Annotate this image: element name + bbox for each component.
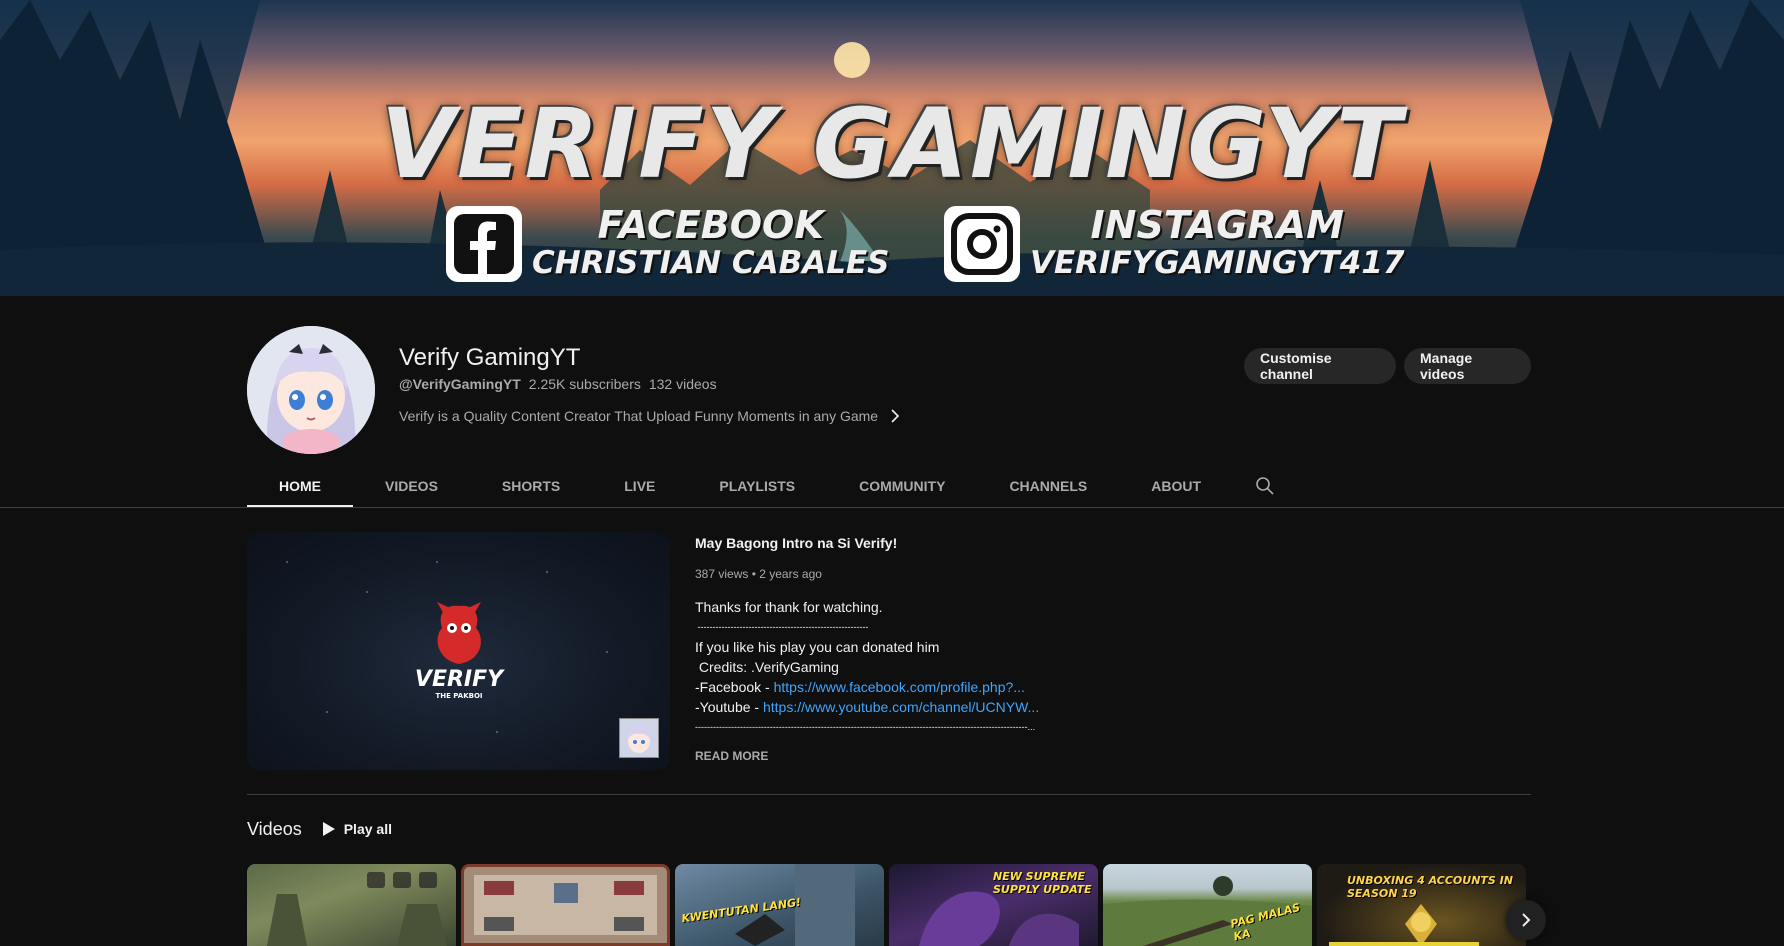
videos-shelf-header: Videos Play all [247, 816, 392, 842]
desc-youtube-line: -Youtube - https://www.youtube.com/chann… [695, 697, 1115, 717]
videos-shelf-title[interactable]: Videos [247, 819, 302, 840]
channel-description[interactable]: Verify is a Quality Content Creator That… [399, 408, 900, 424]
banner-instagram: INSTAGRAM VERIFYGAMINGYT417 [944, 204, 1404, 284]
instagram-handle: VERIFYGAMINGYT417 [1030, 245, 1405, 281]
desc-line: Credits: .VerifyGaming [695, 659, 839, 675]
desc-facebook-line: -Facebook - https://www.facebook.com/pro… [695, 677, 1115, 697]
chevron-right-icon [1522, 913, 1531, 927]
facebook-link[interactable]: https://www.facebook.com/profile.php?... [774, 679, 1025, 695]
featured-video-title[interactable]: May Bagong Intro na Si Verify! [695, 533, 1115, 553]
channel-description-text: Verify is a Quality Content Creator That… [399, 408, 879, 424]
featured-thumbnail-logo: VERIFY [415, 667, 505, 692]
customise-channel-button[interactable]: Customise channel [1244, 348, 1396, 384]
desc-youtube-prefix: -Youtube - [695, 699, 763, 715]
read-more-button[interactable]: READ MORE [695, 749, 1115, 763]
featured-video-thumbnail[interactable]: VERIFY THE PAKBOI [247, 532, 670, 770]
facebook-name: CHRISTIAN CABALES [532, 245, 890, 281]
featured-thumbnail-logo-sub: THE PAKBOI [435, 692, 482, 700]
tab-community[interactable]: COMMUNITY [827, 464, 977, 508]
video-thumbnail-caption: NEW SUPREME SUPPLY UPDATE [993, 870, 1092, 896]
tabs-divider [0, 507, 1784, 508]
channel-header: Verify GamingYT @VerifyGamingYT 2.25K su… [247, 326, 1531, 454]
facebook-label: FACEBOOK [597, 203, 824, 247]
tab-home[interactable]: HOME [247, 464, 353, 508]
featured-video-stats: 387 views • 2 years ago [695, 567, 822, 581]
video-thumbnail[interactable] [461, 864, 670, 946]
video-thumbnail[interactable]: PAG MALAS KA [1103, 864, 1312, 946]
section-divider [247, 794, 1531, 795]
featured-video-info: May Bagong Intro na Si Verify! 387 views… [695, 532, 1115, 763]
facebook-icon [446, 206, 522, 282]
play-icon [322, 822, 335, 836]
chevron-right-icon [891, 409, 900, 423]
featured-video-description: Thanks for thank for watching. ---------… [695, 597, 1115, 737]
subscriber-count: 2.25K subscribers [528, 376, 641, 392]
featured-thumbnail-avatar [619, 718, 659, 758]
tab-channels[interactable]: CHANNELS [977, 464, 1119, 508]
instagram-icon [944, 206, 1020, 282]
channel-tabs: HOME VIDEOS SHORTS LIVE PLAYLISTS COMMUN… [247, 464, 1297, 508]
play-all-label: Play all [343, 821, 392, 837]
video-thumbnail[interactable] [247, 864, 456, 946]
channel-meta: @VerifyGamingYT 2.25K subscribers 132 vi… [399, 376, 717, 392]
video-thumbnail[interactable]: UNBOXING 4 ACCOUNTS IN SEASON 19 [1317, 864, 1526, 946]
desc-rule: ----------------------------------------… [695, 722, 1036, 732]
manage-videos-button[interactable]: Manage videos [1404, 348, 1531, 384]
video-count: 132 videos [648, 376, 717, 392]
desc-facebook-prefix: -Facebook - [695, 679, 774, 695]
channel-banner: VERIFY GAMINGYT FACEBOOK CHRISTIAN CABAL… [0, 0, 1784, 296]
channel-name: Verify GamingYT [399, 344, 581, 371]
channel-handle: @VerifyGamingYT [399, 376, 521, 392]
tab-videos[interactable]: VIDEOS [353, 464, 470, 508]
play-all-button[interactable]: Play all [322, 821, 392, 837]
featured-video-views: 387 views [695, 567, 749, 581]
banner-facebook: FACEBOOK CHRISTIAN CABALES [446, 204, 889, 284]
desc-rule: ----------------------------------------… [695, 622, 869, 632]
channel-search-button[interactable] [1233, 464, 1297, 508]
featured-video-age: 2 years ago [759, 567, 822, 581]
video-thumbnail[interactable]: KWENTUTAN LANG! [675, 864, 884, 946]
channel-avatar[interactable] [247, 326, 375, 454]
video-thumbnail-caption: UNBOXING 4 ACCOUNTS IN SEASON 19 [1347, 874, 1513, 900]
desc-line: If you like his play you can donated him [695, 639, 940, 655]
youtube-channel-page: VERIFY GAMINGYT FACEBOOK CHRISTIAN CABAL… [0, 0, 1784, 946]
youtube-link[interactable]: https://www.youtube.com/channel/UCNYW... [763, 699, 1039, 715]
video-thumbnail[interactable]: NEW SUPREME SUPPLY UPDATE [889, 864, 1098, 946]
shelf-next-button[interactable] [1506, 900, 1546, 940]
search-icon [1256, 477, 1274, 495]
desc-line: Thanks for thank for watching. [695, 599, 883, 615]
tab-about[interactable]: ABOUT [1119, 464, 1233, 508]
tab-shorts[interactable]: SHORTS [470, 464, 592, 508]
instagram-label: INSTAGRAM [1090, 203, 1344, 247]
featured-thumbnail-art: VERIFY THE PAKBOI [286, 561, 608, 733]
tab-playlists[interactable]: PLAYLISTS [687, 464, 827, 508]
tab-live[interactable]: LIVE [592, 464, 687, 508]
banner-title: VERIFY GAMINGYT [380, 88, 1404, 200]
